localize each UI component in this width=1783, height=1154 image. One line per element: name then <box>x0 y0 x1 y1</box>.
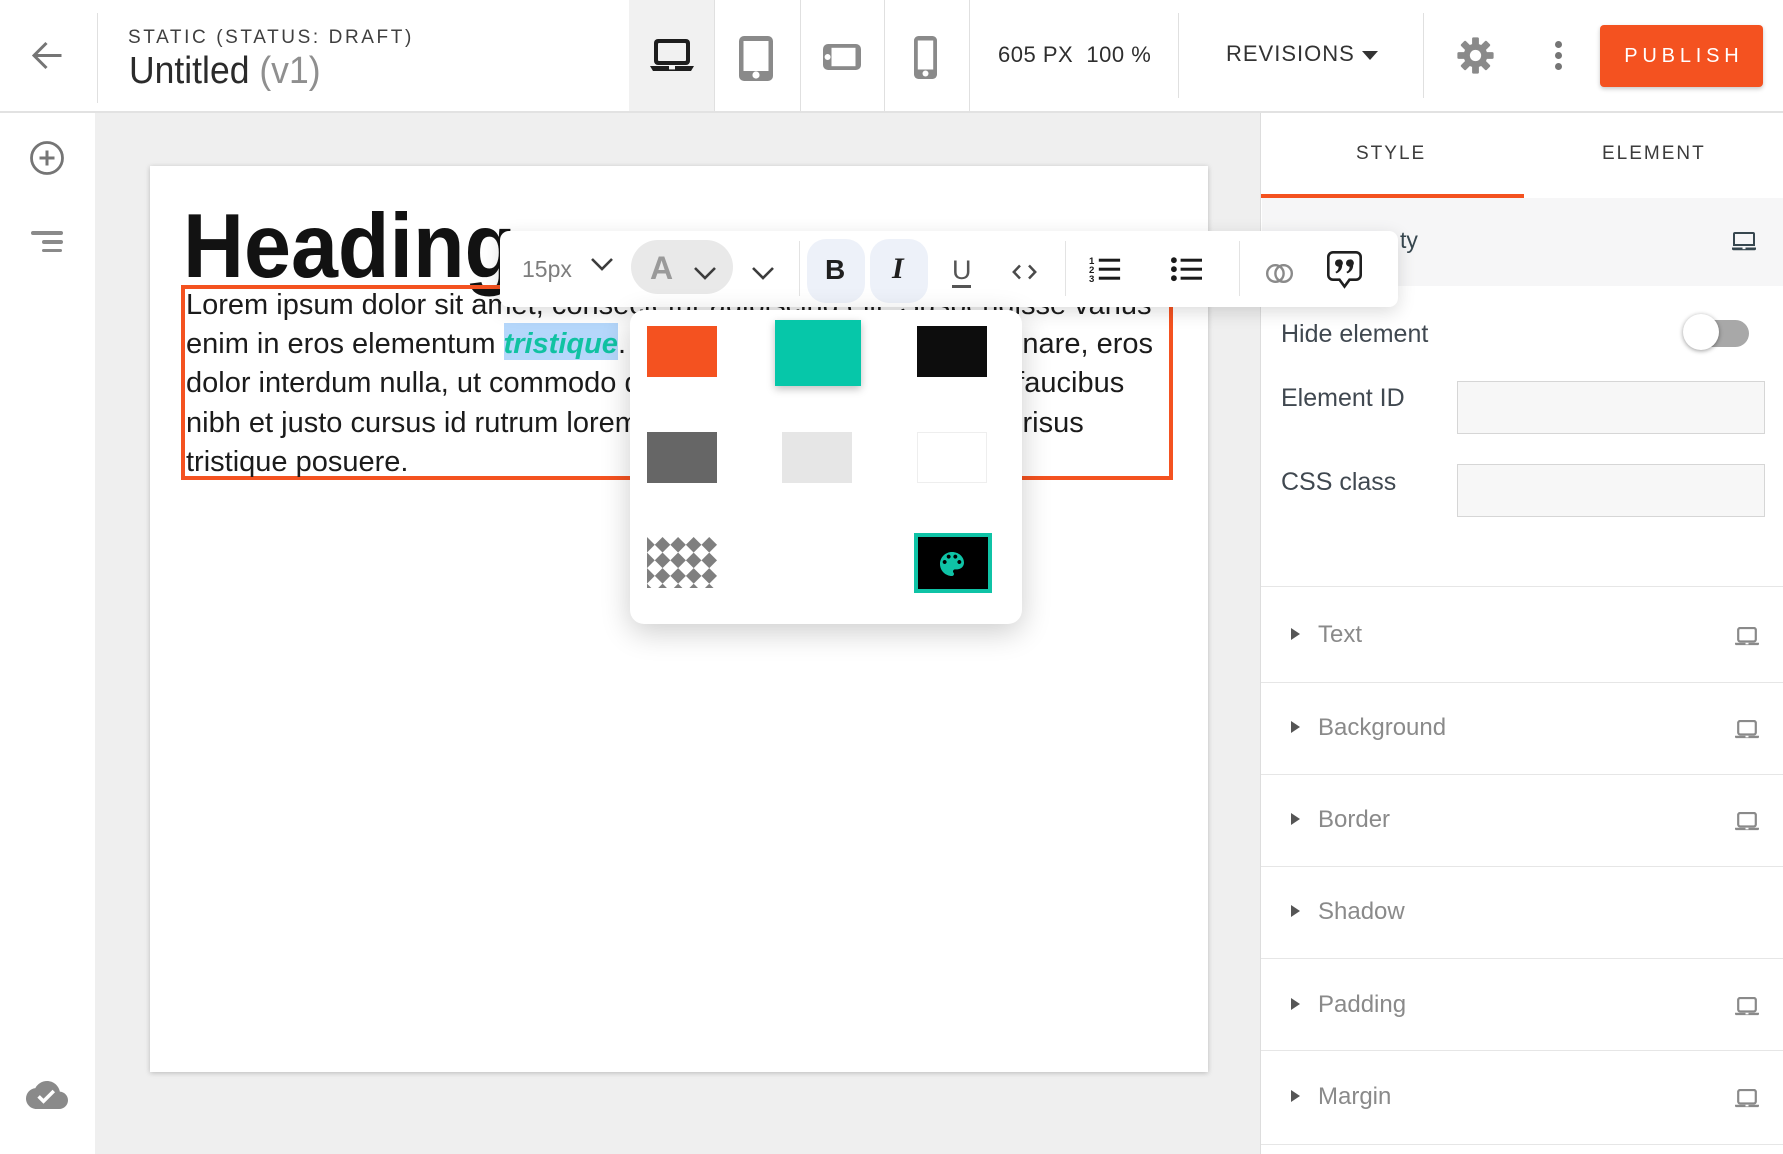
svg-text:3: 3 <box>1089 274 1094 284</box>
